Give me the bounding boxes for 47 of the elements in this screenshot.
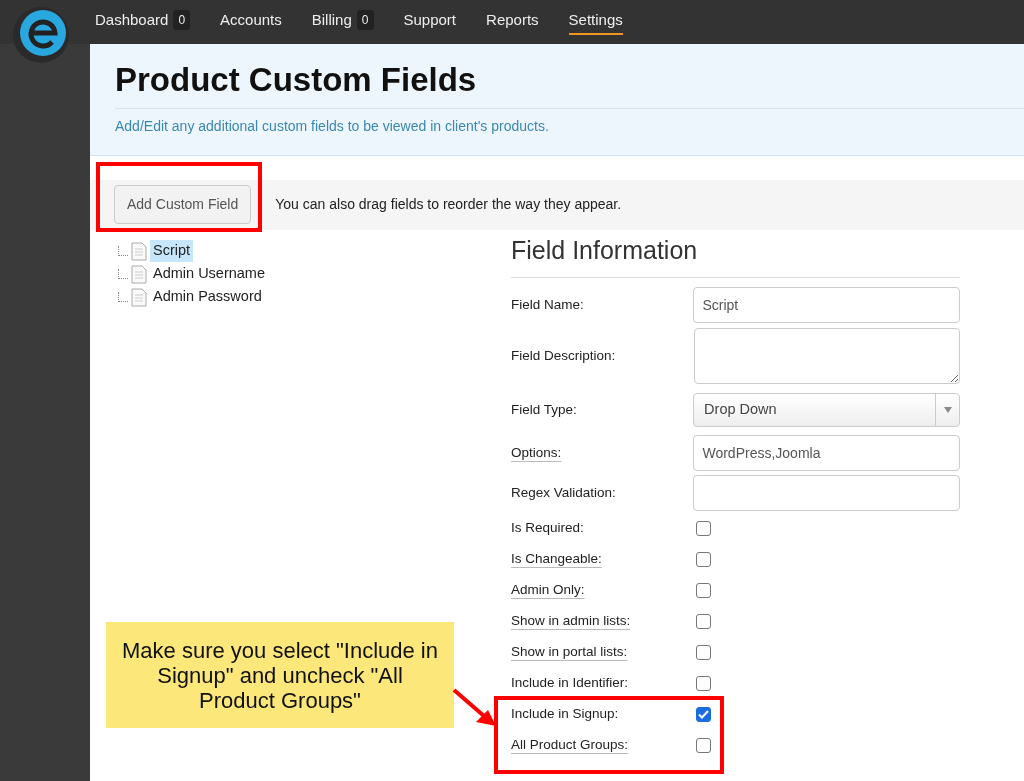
checkbox[interactable]: [696, 521, 711, 537]
field-label: Field Name:: [511, 295, 585, 314]
description-field[interactable]: [693, 328, 960, 385]
nav-tab[interactable]: Billing 0: [311, 8, 374, 36]
checkbox[interactable]: [696, 738, 711, 754]
reorder-hint: You can also drag fields to reorder the way they appear.: [275, 195, 622, 215]
nav-tab[interactable]: Dashboard 0: [95, 8, 191, 36]
nav-tab[interactable]: Accounts: [220, 8, 282, 36]
field-label: Show in admin lists:: [511, 612, 632, 631]
field-label: Is Changeable:: [511, 550, 603, 569]
nav-tab[interactable]: Support: [403, 8, 457, 36]
page-title: Product Custom Fields: [115, 60, 1024, 109]
tree-item[interactable]: Admin Password: [150, 286, 265, 308]
count-badge: 0: [356, 10, 374, 30]
text-field[interactable]: Script: [693, 287, 960, 324]
tree-item[interactable]: Script: [150, 240, 194, 262]
field-label: Include in Identifier:: [511, 674, 630, 693]
page-subtitle: Add/Edit any additional custom fields to be viewed in client's products.: [115, 116, 550, 136]
field-label: Show in portal lists:: [511, 643, 629, 662]
checkbox[interactable]: [696, 583, 711, 599]
callout-note: Make sure you select "Include in Signup" and uncheck "All Product Groups": [106, 622, 454, 728]
document-icon: [131, 287, 147, 307]
tree-item[interactable]: Admin Username: [150, 263, 268, 285]
checkbox[interactable]: [696, 676, 711, 692]
field-label: Regex Validation:: [511, 483, 617, 502]
document-icon: [131, 264, 147, 284]
nav-tab[interactable]: Settings: [568, 8, 623, 36]
nav-tab[interactable]: Reports: [486, 8, 539, 36]
add-custom-field-button[interactable]: Add Custom Field: [114, 185, 252, 225]
field-label: Include in Signup:: [511, 705, 620, 724]
field-label: Options:: [511, 443, 563, 462]
dropdown[interactable]: Drop Down: [693, 393, 960, 428]
checkbox[interactable]: [696, 552, 711, 568]
section-title: Field Information: [511, 231, 960, 279]
checkbox[interactable]: [696, 645, 711, 661]
field-label: Field Description:: [511, 346, 617, 365]
checkbox[interactable]: [696, 707, 711, 723]
caret-icon: [943, 407, 952, 414]
checkbox[interactable]: [696, 614, 711, 630]
text-field[interactable]: WordPress,Joomla: [693, 435, 960, 472]
document-icon: [131, 241, 147, 261]
field-label: Is Required:: [511, 519, 585, 538]
text-field[interactable]: [693, 475, 960, 512]
field-label: Field Type:: [511, 400, 578, 419]
count-badge: 0: [173, 10, 191, 30]
field-label: Admin Only:: [511, 581, 586, 600]
field-label: All Product Groups:: [511, 736, 630, 755]
